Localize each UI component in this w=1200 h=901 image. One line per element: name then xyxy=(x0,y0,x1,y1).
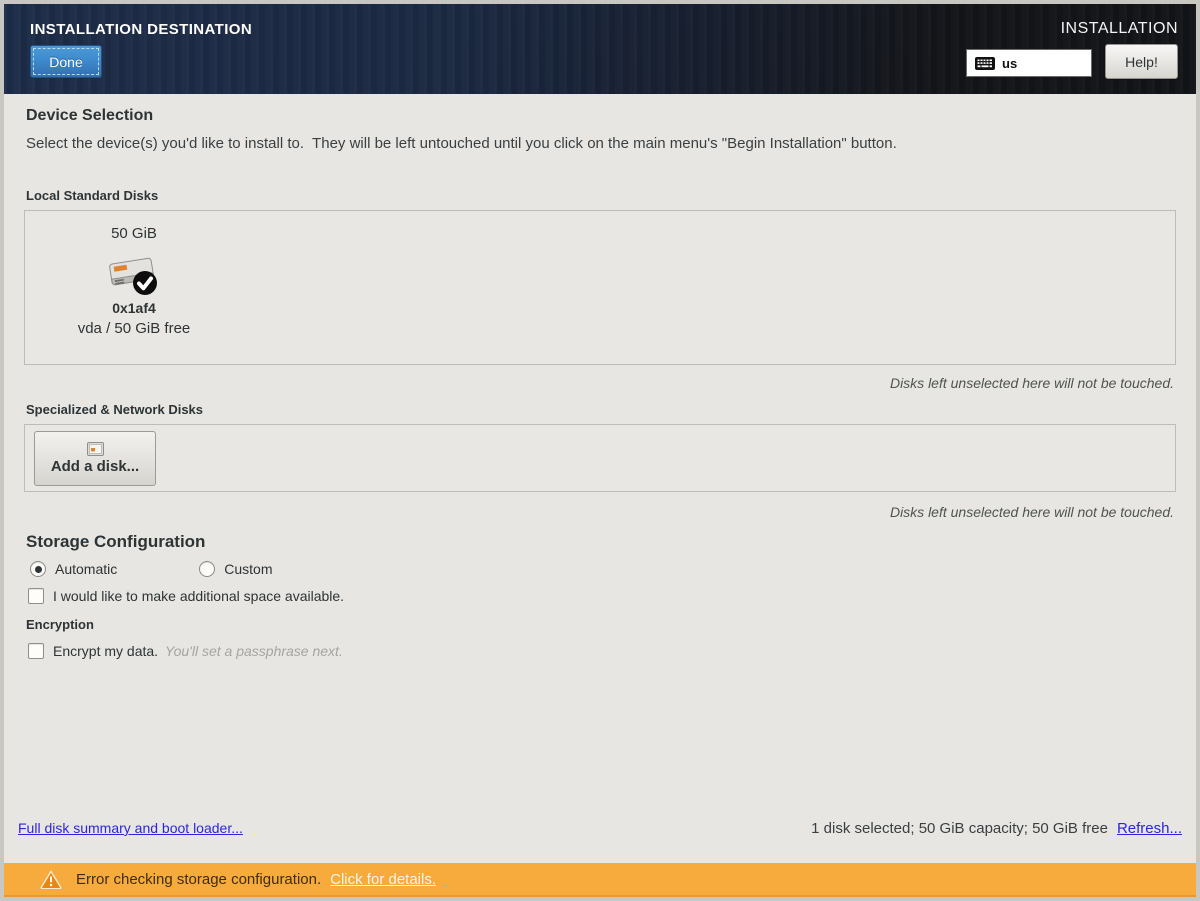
add-disk-label: Add a disk... xyxy=(51,458,139,475)
radio-automatic[interactable]: Automatic xyxy=(30,561,117,577)
warning-details-link[interactable]: Click for details. xyxy=(330,871,436,888)
specialized-disks-heading: Specialized & Network Disks xyxy=(26,402,1176,417)
header-bar: INSTALLATION DESTINATION Done INSTALLATI… xyxy=(4,4,1196,94)
specialized-disks-note: Disks left unselected here will not be t… xyxy=(24,504,1174,520)
main-content: Device Selection Select the device(s) yo… xyxy=(4,94,1196,897)
disk-size-label: 50 GiB xyxy=(111,225,157,242)
installer-window: INSTALLATION DESTINATION Done INSTALLATI… xyxy=(0,0,1200,901)
keyboard-icon xyxy=(975,57,995,70)
reclaim-space-label: I would like to make additional space av… xyxy=(53,588,344,604)
keyboard-layout-indicator[interactable]: us xyxy=(966,49,1092,77)
hard-disk-icon xyxy=(106,252,162,298)
refresh-link[interactable]: Refresh... xyxy=(1117,820,1182,837)
storage-configuration-heading: Storage Configuration xyxy=(26,532,1176,552)
disk-selection-status: 1 disk selected; 50 GiB capacity; 50 GiB… xyxy=(811,820,1108,837)
encrypt-data-label: Encrypt my data. xyxy=(53,643,158,659)
disk-tile-vda[interactable]: 50 GiB 0x1af4 vda xyxy=(53,225,215,364)
device-selection-subtitle: Select the device(s) you'd like to insta… xyxy=(26,135,1176,152)
local-disks-note: Disks left unselected here will not be t… xyxy=(24,375,1174,391)
radio-custom-control[interactable] xyxy=(199,561,215,577)
reclaim-space-row[interactable]: I would like to make additional space av… xyxy=(28,588,1176,604)
disk-model-label: 0x1af4 xyxy=(112,300,156,316)
local-disks-panel: 50 GiB 0x1af4 vda xyxy=(24,210,1176,365)
radio-selected-dot xyxy=(35,566,42,573)
encrypt-data-checkbox[interactable] xyxy=(28,643,44,659)
warning-message: Error checking storage configuration. xyxy=(76,871,321,888)
radio-custom[interactable]: Custom xyxy=(199,561,272,577)
disk-free-label: vda / 50 GiB free xyxy=(78,320,191,337)
device-selection-heading: Device Selection xyxy=(26,107,1176,125)
spoke-category-title: INSTALLATION xyxy=(1061,20,1178,38)
full-disk-summary-link[interactable]: Full disk summary and boot loader... xyxy=(18,820,243,836)
page-title: INSTALLATION DESTINATION xyxy=(30,21,252,38)
help-button[interactable]: Help! xyxy=(1105,44,1178,79)
reclaim-space-checkbox[interactable] xyxy=(28,588,44,604)
specialized-disks-panel: Add a disk... xyxy=(24,424,1176,492)
encryption-heading: Encryption xyxy=(26,617,1176,632)
encrypt-data-row[interactable]: Encrypt my data. You'll set a passphrase… xyxy=(28,643,1176,659)
radio-custom-label: Custom xyxy=(224,561,272,577)
add-disk-button[interactable]: Add a disk... xyxy=(34,431,156,486)
keyboard-layout-label: us xyxy=(1002,56,1017,71)
error-warning-bar[interactable]: Error checking storage configuration. Cl… xyxy=(4,863,1196,897)
add-disk-icon xyxy=(87,442,104,456)
footer-bar: Full disk summary and boot loader... 1 d… xyxy=(18,820,1182,837)
radio-automatic-control[interactable] xyxy=(30,561,46,577)
encrypt-data-hint: You'll set a passphrase next. xyxy=(165,643,343,659)
warning-icon xyxy=(40,870,62,889)
partitioning-options: Automatic Custom xyxy=(30,561,1176,577)
local-disks-heading: Local Standard Disks xyxy=(26,188,1176,203)
done-button[interactable]: Done xyxy=(30,45,102,78)
radio-automatic-label: Automatic xyxy=(55,561,117,577)
